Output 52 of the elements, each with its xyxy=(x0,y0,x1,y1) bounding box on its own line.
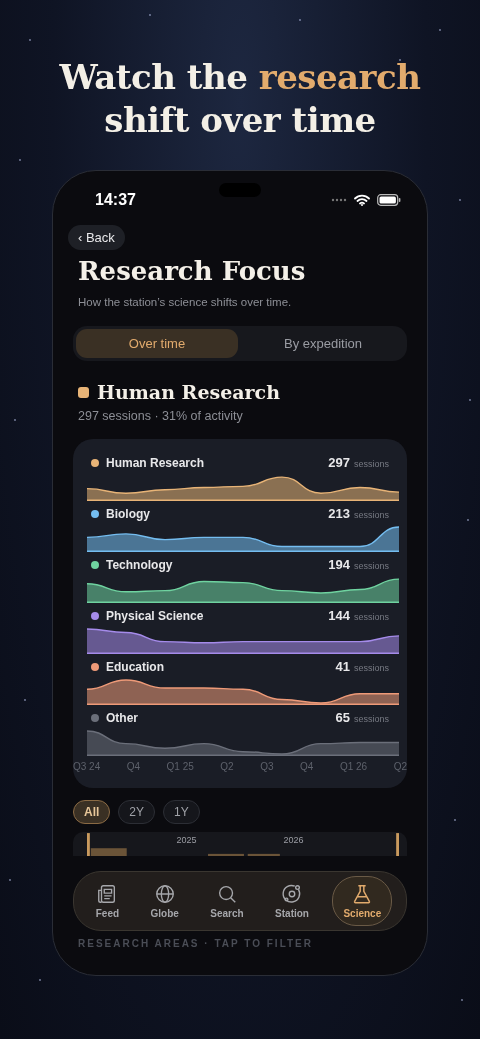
segment-tab[interactable]: By expedition xyxy=(242,329,404,358)
range-chip[interactable]: 1Y xyxy=(163,800,200,824)
session-count: 65 xyxy=(335,710,350,725)
series-name[interactable]: Education xyxy=(106,660,336,674)
range-chip[interactable]: 2Y xyxy=(118,800,156,824)
year-label: 2025 xyxy=(176,835,197,845)
globe-icon xyxy=(153,883,176,905)
timeline-scrubber[interactable]: 2025 2026 xyxy=(73,832,407,856)
segment-tab[interactable]: Over time xyxy=(76,329,238,358)
axis-label: Q2 xyxy=(393,761,407,772)
session-unit: sessions xyxy=(354,612,389,622)
series-name[interactable]: Human Research xyxy=(106,456,329,470)
tab-item[interactable]: Globe xyxy=(142,877,187,925)
session-unit: sessions xyxy=(354,510,389,520)
battery-icon xyxy=(377,194,401,206)
range-chip[interactable]: All xyxy=(73,800,111,824)
year-label: 2026 xyxy=(283,835,304,845)
session-unit: sessions xyxy=(354,561,389,571)
axis-label: Q3 xyxy=(260,761,274,772)
series-name[interactable]: Other xyxy=(106,711,336,725)
tab-item[interactable]: Feed xyxy=(87,877,128,925)
axis-label: Q4 xyxy=(126,761,141,772)
axis-label: Q2 xyxy=(220,761,234,772)
status-time: 14:37 xyxy=(95,191,136,209)
series-name[interactable]: Biology xyxy=(106,507,329,521)
series-name[interactable]: Physical Science xyxy=(106,609,329,623)
series-name[interactable]: Technology xyxy=(106,558,329,572)
axis-label: Q1 25 xyxy=(166,761,194,772)
headline: Watch the research shift over time xyxy=(58,56,422,142)
orbit-icon xyxy=(281,883,303,905)
session-count: 41 xyxy=(335,659,350,674)
session-count: 297 xyxy=(328,455,350,470)
session-count: 144 xyxy=(328,608,350,623)
axis-label: Q4 xyxy=(300,761,314,772)
axis-label: Q1 26 xyxy=(339,761,368,772)
tab-item[interactable]: Search xyxy=(202,877,252,925)
session-count: 213 xyxy=(328,506,350,521)
back-button[interactable]: ‹ Back xyxy=(68,225,125,250)
section-label: RESEARCH AREAS · TAP TO FILTER xyxy=(77,938,314,949)
session-unit: sessions xyxy=(354,663,389,673)
page-subtitle: How the station’s science shifts over time. xyxy=(78,296,293,308)
tab-item[interactable]: Science xyxy=(332,876,393,926)
tab-item[interactable]: Station xyxy=(267,877,317,925)
signal-icon xyxy=(331,198,347,202)
session-unit: sessions xyxy=(354,459,389,469)
session-unit: sessions xyxy=(354,714,389,724)
session-count: 194 xyxy=(328,557,350,572)
page-title: Research Focus xyxy=(78,256,307,286)
focus-summary: 297 sessions · 31% of activity xyxy=(78,409,244,423)
focus-title: Human Research xyxy=(97,381,280,403)
wifi-icon xyxy=(354,194,370,206)
axis-label: Q3 24 xyxy=(73,761,101,772)
